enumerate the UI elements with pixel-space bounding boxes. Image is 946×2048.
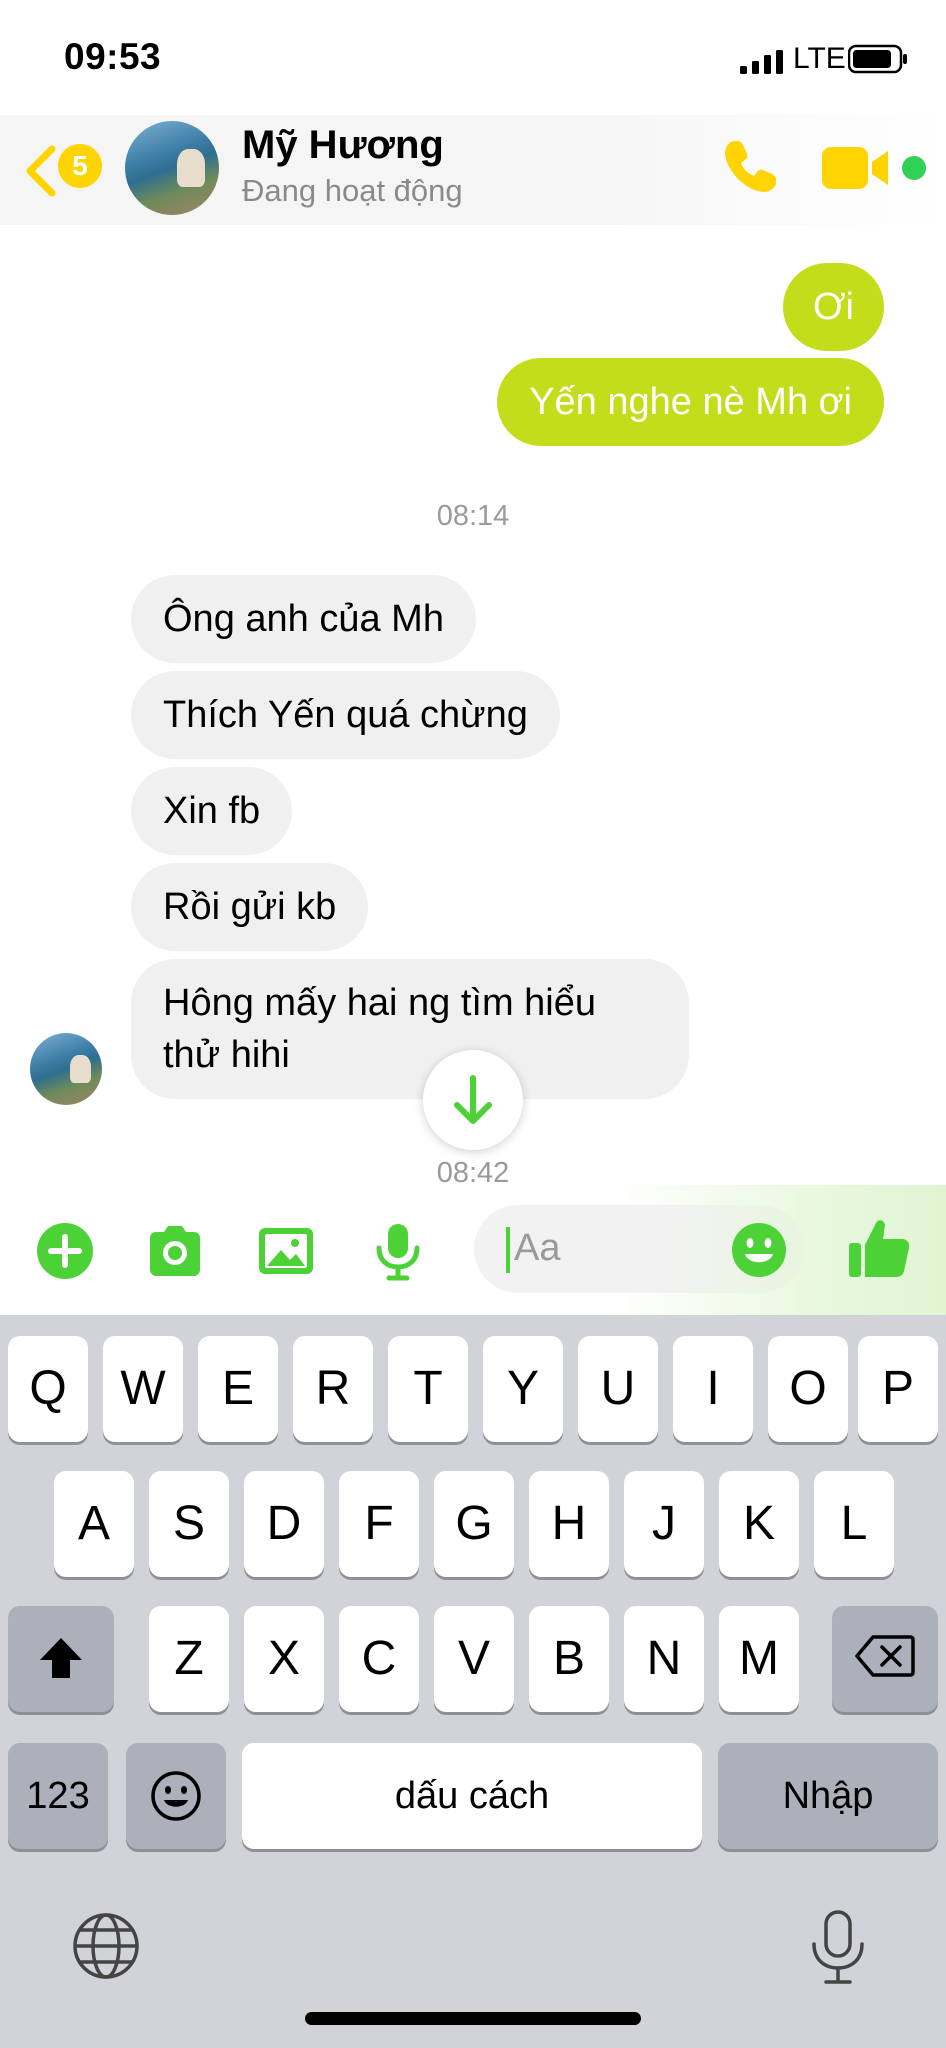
- signal-icon: [740, 50, 783, 74]
- thumbs-up-icon[interactable]: [846, 1215, 912, 1281]
- message-timestamp: 08:42: [436, 1157, 510, 1185]
- message-timestamp: 08:14: [436, 500, 510, 532]
- message-list[interactable]: Ơi Yến nghe nè Mh ơi 08:14 Ông anh của M…: [0, 225, 946, 1185]
- emoji-key[interactable]: [126, 1743, 226, 1849]
- unread-badge: 5: [58, 144, 102, 188]
- status-bar: 09:53 LTE: [0, 0, 946, 115]
- key-z[interactable]: Z: [149, 1606, 229, 1712]
- contact-avatar[interactable]: [125, 121, 219, 215]
- message-bubble[interactable]: Ơi: [782, 263, 884, 351]
- key-e[interactable]: E: [198, 1336, 278, 1442]
- message-composer: Aa: [0, 1185, 946, 1315]
- arrow-down-icon: [454, 1075, 492, 1124]
- key-t[interactable]: T: [388, 1336, 468, 1442]
- key-d[interactable]: D: [244, 1471, 324, 1577]
- scroll-to-bottom-button[interactable]: [423, 1050, 523, 1150]
- message-bubble[interactable]: Yến nghe nè Mh ơi: [497, 358, 884, 446]
- network-type: LTE: [793, 42, 846, 75]
- message-bubble[interactable]: Thích Yến quá chừng: [131, 671, 560, 759]
- phone-icon[interactable]: [720, 137, 780, 197]
- key-a[interactable]: A: [54, 1471, 134, 1577]
- key-l[interactable]: L: [814, 1471, 894, 1577]
- key-i[interactable]: I: [673, 1336, 753, 1442]
- backspace-key[interactable]: [832, 1606, 938, 1712]
- video-icon[interactable]: [822, 143, 892, 193]
- key-q[interactable]: Q: [8, 1336, 88, 1442]
- message-input[interactable]: Aa: [474, 1205, 804, 1293]
- shift-key[interactable]: [8, 1606, 114, 1712]
- key-j[interactable]: J: [624, 1471, 704, 1577]
- camera-icon[interactable]: [144, 1220, 206, 1282]
- back-chevron-icon: [26, 145, 56, 197]
- key-p[interactable]: P: [858, 1336, 938, 1442]
- space-key[interactable]: dấu cách: [242, 1743, 702, 1849]
- home-indicator[interactable]: [305, 2012, 641, 2025]
- key-m[interactable]: M: [719, 1606, 799, 1712]
- message-input-placeholder: Aa: [514, 1227, 561, 1269]
- status-time: 09:53: [64, 36, 162, 77]
- dictation-icon[interactable]: [806, 1910, 870, 1986]
- online-indicator: [902, 156, 926, 180]
- message-bubble[interactable]: Ông anh của Mh: [131, 575, 476, 663]
- key-y[interactable]: Y: [483, 1336, 563, 1442]
- globe-icon[interactable]: [70, 1910, 142, 1982]
- key-n[interactable]: N: [624, 1606, 704, 1712]
- contact-status: Đang hoạt động: [242, 173, 463, 208]
- plus-icon[interactable]: [34, 1220, 96, 1282]
- message-line: Hông mấy hai ng tìm hiểu: [163, 982, 597, 1024]
- numbers-key[interactable]: 123: [8, 1743, 108, 1849]
- microphone-icon[interactable]: [367, 1220, 429, 1282]
- conversation-header: 5 Mỹ Hương Đang hoạt động: [0, 115, 946, 225]
- key-s[interactable]: S: [149, 1471, 229, 1577]
- key-u[interactable]: U: [578, 1336, 658, 1442]
- key-o[interactable]: O: [768, 1336, 848, 1442]
- image-icon[interactable]: [255, 1220, 317, 1282]
- back-button[interactable]: 5: [22, 141, 112, 201]
- key-k[interactable]: K: [719, 1471, 799, 1577]
- text-caret: [506, 1227, 510, 1273]
- emoji-icon: [151, 1771, 201, 1821]
- key-c[interactable]: C: [339, 1606, 419, 1712]
- key-x[interactable]: X: [244, 1606, 324, 1712]
- emoji-icon[interactable]: [730, 1221, 788, 1279]
- key-f[interactable]: F: [339, 1471, 419, 1577]
- contact-name[interactable]: Mỹ Hương: [242, 123, 444, 168]
- battery-icon: [848, 44, 907, 74]
- sender-avatar[interactable]: [30, 1033, 102, 1105]
- message-bubble[interactable]: Rồi gửi kb: [131, 863, 369, 951]
- shift-icon: [40, 1638, 82, 1678]
- key-g[interactable]: G: [434, 1471, 514, 1577]
- key-v[interactable]: V: [434, 1606, 514, 1712]
- message-bubble[interactable]: Xin fb: [131, 767, 293, 855]
- key-w[interactable]: W: [103, 1336, 183, 1442]
- message-line: thử hihi: [163, 1034, 290, 1076]
- return-key[interactable]: Nhập: [718, 1743, 938, 1849]
- key-h[interactable]: H: [529, 1471, 609, 1577]
- key-b[interactable]: B: [529, 1606, 609, 1712]
- backspace-icon: [855, 1635, 915, 1677]
- message-bubble[interactable]: Hông mấy hai ng tìm hiểu thử hihi: [131, 959, 689, 1099]
- key-r[interactable]: R: [293, 1336, 373, 1442]
